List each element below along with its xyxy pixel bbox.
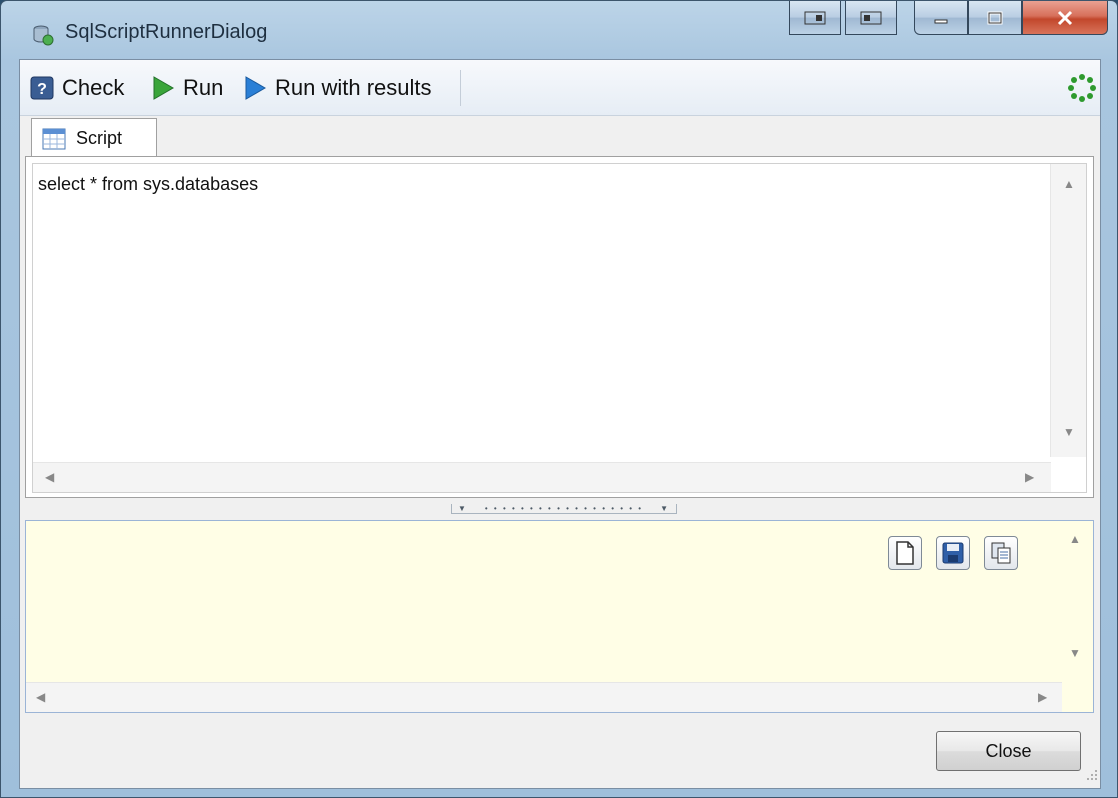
splitter-grip[interactable]: ▼ • • • • • • • • • • • • • • • • • • ▼ [451,504,677,514]
output-horizontal-scrollbar[interactable]: ◀ ▶ [26,682,1062,712]
dock-window-button[interactable] [845,1,897,35]
scroll-up-arrow-icon[interactable]: ▲ [1063,178,1075,190]
scroll-right-arrow-icon[interactable]: ▶ [1025,471,1034,483]
window-close-button[interactable] [1022,1,1108,35]
window-title: SqlScriptRunnerDialog [65,21,268,43]
output-panel[interactable]: ▲ ▼ ◀ ▶ [25,520,1094,713]
run-with-results-button[interactable]: Run with results [243,72,432,104]
new-document-icon [896,541,914,565]
svg-text:?: ? [37,81,47,98]
spinner-icon [1068,74,1096,107]
table-icon [42,128,66,149]
collapse-down-icon[interactable]: ▼ [458,504,468,513]
toolbar: ? Check Run Run with results [20,60,1100,116]
window-caption-buttons [914,1,1109,37]
aux-caption-buttons [789,1,899,37]
close-button[interactable]: Close [936,731,1081,771]
output-vertical-scrollbar[interactable]: ▲ ▼ [1057,521,1093,681]
tile-window-button[interactable] [789,1,841,35]
run-green-icon [153,76,174,100]
scroll-up-arrow-icon[interactable]: ▲ [1069,533,1081,545]
scroll-down-arrow-icon[interactable]: ▼ [1063,426,1075,438]
script-editor[interactable]: select * from sys.databases ▲ ▼ ◀ ▶ [32,163,1087,493]
save-button[interactable] [936,536,970,570]
run-button[interactable]: Run [151,72,223,104]
script-editor-text: select * from sys.databases [38,174,259,194]
check-button[interactable]: ? Check [30,72,124,104]
dialog-client-area: ? Check Run Run with results Script sele… [19,59,1101,789]
scroll-left-arrow-icon[interactable]: ◀ [45,471,54,483]
resize-grip-icon[interactable] [1084,767,1098,786]
toolbar-separator [460,70,461,106]
scroll-left-arrow-icon[interactable]: ◀ [36,691,45,703]
scroll-right-arrow-icon[interactable]: ▶ [1038,691,1047,703]
output-actions [888,536,1018,570]
collapse-down-icon[interactable]: ▼ [660,504,670,513]
scroll-down-arrow-icon[interactable]: ▼ [1069,647,1081,659]
copy-icon [991,542,1011,564]
tab-strip: Script [20,116,1100,158]
copy-button[interactable] [984,536,1018,570]
script-tab-panel: select * from sys.databases ▲ ▼ ◀ ▶ [25,156,1094,498]
new-document-button[interactable] [888,536,922,570]
tab-script-label: Script [76,128,123,148]
check-label: Check [62,75,125,100]
title-bar[interactable]: SqlScriptRunnerDialog [1,1,1117,57]
run-label: Run [183,75,224,100]
database-script-icon [31,23,55,47]
minimize-button[interactable] [914,1,968,35]
editor-vertical-scrollbar[interactable]: ▲ ▼ [1050,164,1086,457]
panel-splitter[interactable]: ▼ • • • • • • • • • • • • • • • • • • ▼ [20,500,1100,520]
dialog-window: SqlScriptRunnerDialog ? Check Run Run wi… [0,0,1118,798]
save-icon [942,542,964,564]
maximize-button[interactable] [968,1,1022,35]
editor-horizontal-scrollbar[interactable]: ◀ ▶ [33,462,1051,492]
help-check-icon: ? [30,76,54,100]
run-blue-icon [245,76,266,100]
run-with-results-label: Run with results [275,75,432,100]
grip-dots-icon: • • • • • • • • • • • • • • • • • • [484,504,644,513]
tab-script[interactable]: Script [31,118,157,158]
